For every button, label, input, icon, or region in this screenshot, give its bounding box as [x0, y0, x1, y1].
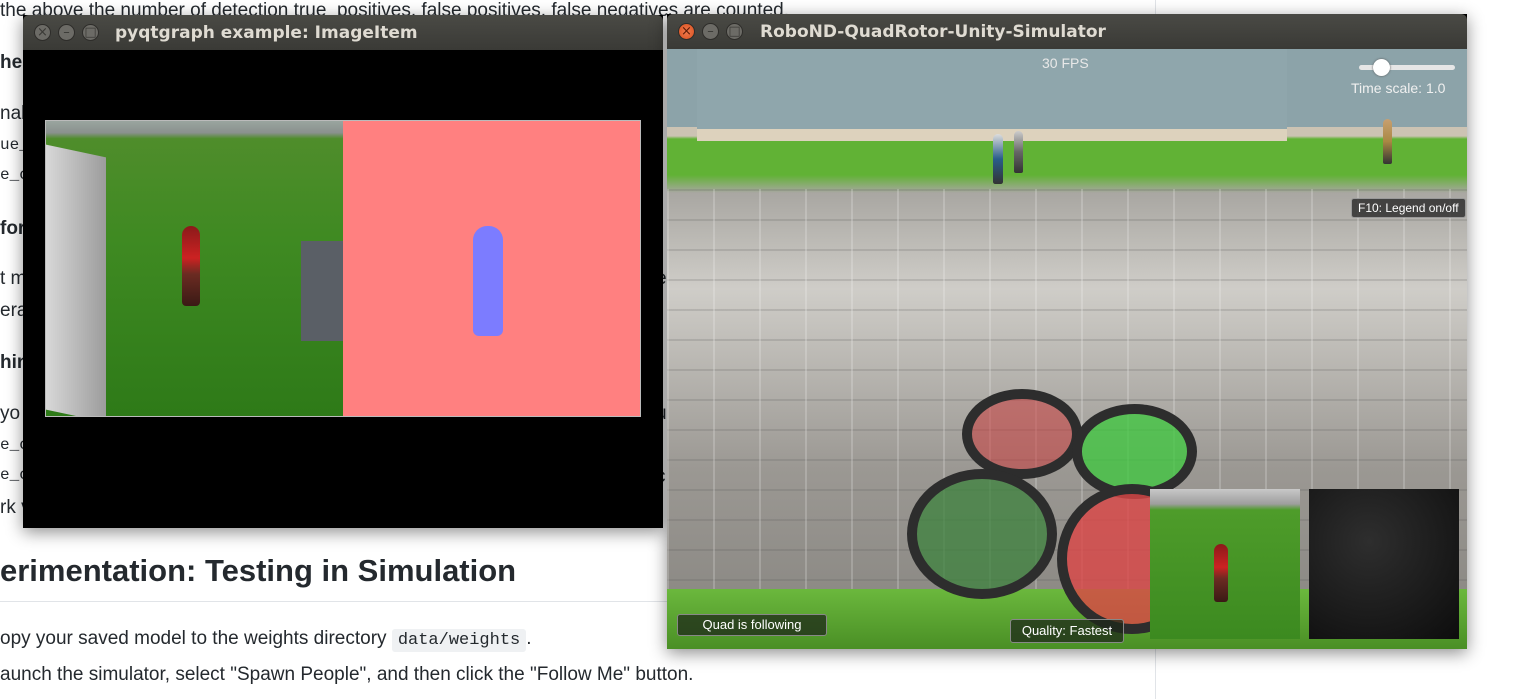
close-icon[interactable]: ×	[678, 23, 695, 40]
weights-path-code: data/weights	[391, 629, 527, 652]
doc-fragment: yo	[0, 403, 21, 424]
drone-camera-pip	[1150, 489, 1300, 639]
close-icon[interactable]: ×	[34, 24, 51, 41]
time-scale-label: Time scale: 1.0	[1351, 80, 1446, 96]
stone-wall	[46, 144, 106, 416]
pyqtgraph-titlebar[interactable]: × – □ pyqtgraph example: ImageItem	[23, 15, 663, 50]
pedestrian	[1014, 131, 1023, 173]
doc-fragment: for	[0, 218, 26, 239]
rotor-rear-left	[907, 469, 1057, 599]
hero-mask-blob	[473, 226, 503, 336]
simulator-window: × – □ RoboND-QuadRotor-Unity-Simulator 3…	[667, 14, 1467, 649]
section-heading: erimentation: Testing in Simulation	[0, 553, 517, 588]
rotor-front-left	[962, 389, 1082, 479]
fps-counter: 30 FPS	[1042, 55, 1089, 71]
image-item-view[interactable]	[45, 120, 641, 417]
follow-status-badge: Quad is following	[677, 614, 827, 636]
quality-status-badge: Quality: Fastest	[1010, 619, 1124, 643]
window-title: pyqtgraph example: ImageItem	[115, 23, 418, 43]
pedestrian	[1383, 119, 1392, 164]
window-title: RoboND-QuadRotor-Unity-Simulator	[760, 22, 1106, 42]
depth-camera-pip	[1309, 489, 1459, 639]
step-1: opy your saved model to the weights dire…	[0, 628, 532, 652]
pyqtgraph-window: × – □ pyqtgraph example: ImageItem	[23, 15, 663, 528]
legend-toggle-button[interactable]: F10: Legend on/off	[1351, 198, 1466, 218]
camera-image	[46, 121, 346, 416]
stone-block	[301, 241, 346, 341]
minimize-icon[interactable]: –	[702, 23, 719, 40]
simulator-titlebar[interactable]: × – □ RoboND-QuadRotor-Unity-Simulator	[667, 14, 1467, 49]
doc-fragment: he	[0, 52, 23, 73]
step-1-tail: .	[526, 628, 532, 649]
building-wall	[697, 49, 1287, 141]
step-1-text: opy your saved model to the weights dire…	[0, 628, 387, 649]
slider-knob[interactable]	[1373, 59, 1390, 76]
step-2: aunch the simulator, select "Spawn Peopl…	[0, 664, 694, 685]
doc-fragment: nal	[0, 103, 26, 124]
maximize-icon[interactable]: □	[82, 24, 99, 41]
simulator-viewport[interactable]: 30 FPS Time scale: 1.0 F10: Legend on/of…	[667, 49, 1467, 649]
hero-person	[182, 226, 200, 306]
segmentation-mask-image	[343, 121, 640, 416]
hero-person	[1214, 544, 1228, 602]
minimize-icon[interactable]: –	[58, 24, 75, 41]
time-scale-slider[interactable]	[1359, 59, 1455, 76]
pedestrian	[993, 134, 1003, 184]
maximize-icon[interactable]: □	[726, 23, 743, 40]
